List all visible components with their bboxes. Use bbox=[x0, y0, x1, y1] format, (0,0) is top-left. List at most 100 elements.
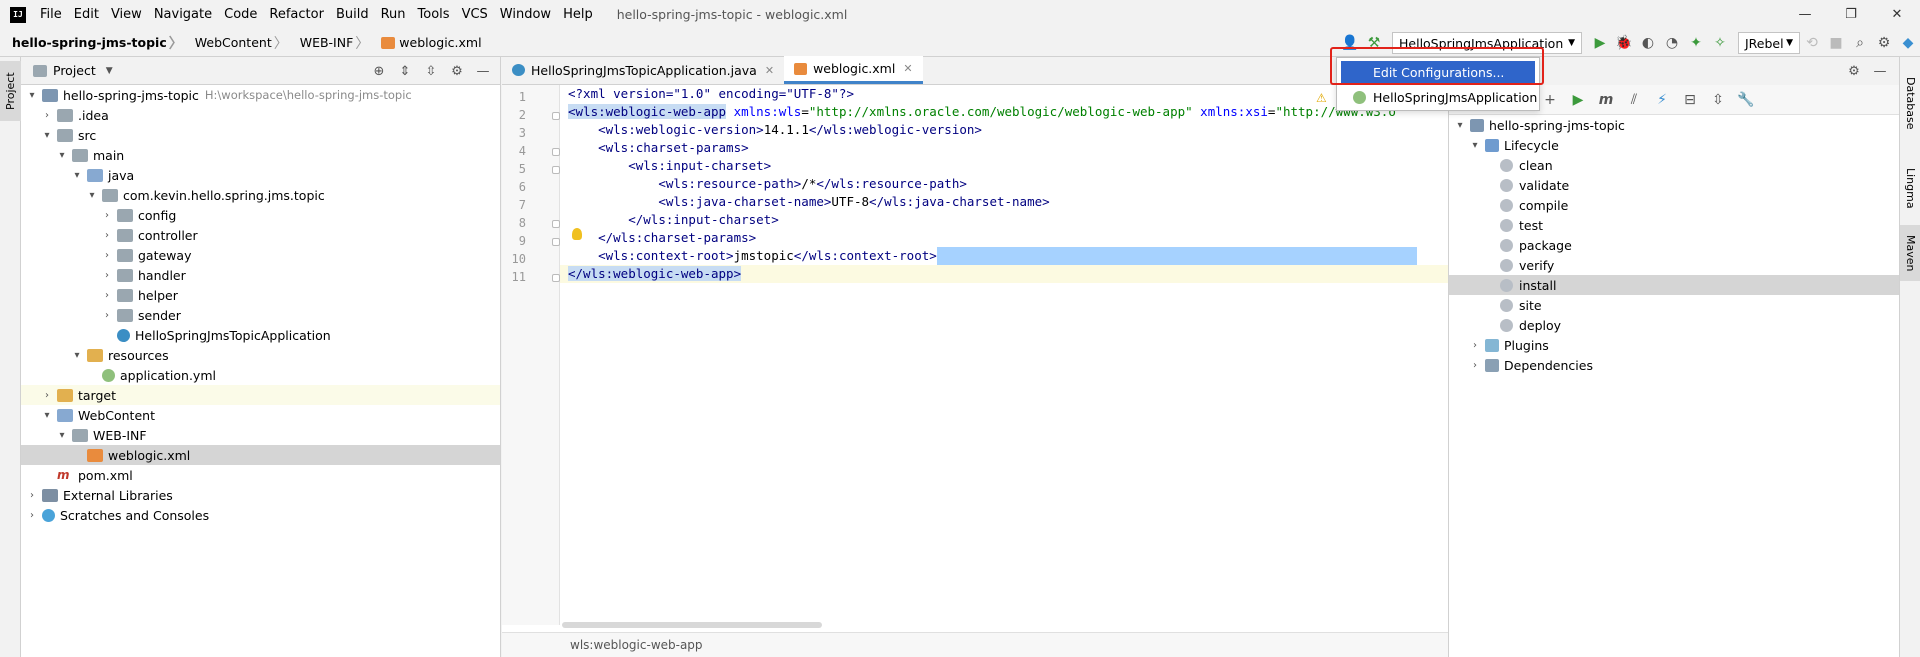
breadcrumb-webcontent[interactable]: WebContent 〉 bbox=[187, 33, 292, 53]
intention-bulb-icon[interactable] bbox=[572, 228, 582, 240]
maven-item-plugins[interactable]: › Plugins bbox=[1449, 335, 1899, 355]
menu-file[interactable]: File bbox=[34, 0, 68, 29]
edit-configurations-item[interactable]: Edit Configurations... bbox=[1341, 61, 1535, 83]
maven-item-deploy[interactable]: deploy bbox=[1449, 315, 1899, 335]
close-window-button[interactable]: ✕ bbox=[1874, 0, 1920, 29]
maven-item-site[interactable]: site bbox=[1449, 295, 1899, 315]
debug-icon[interactable]: 🐞 bbox=[1612, 31, 1636, 55]
chevron-right-icon[interactable]: › bbox=[40, 390, 54, 401]
project-tool-tab[interactable]: Project bbox=[0, 61, 21, 121]
chevron-down-icon[interactable]: ▾ bbox=[85, 190, 99, 201]
collapse-all-icon[interactable]: ⇳ bbox=[1707, 89, 1729, 111]
tree-item-controller[interactable]: › controller bbox=[21, 225, 500, 245]
maven-tool-tab[interactable]: Maven bbox=[1900, 225, 1920, 281]
tree-item-hello-spring-jms-topic[interactable]: ▾ hello-spring-jms-topic H:\workspace\hell… bbox=[21, 85, 500, 105]
execute-goal-icon[interactable]: m bbox=[1595, 89, 1617, 111]
jrebel-select[interactable]: JRebel ▼ bbox=[1738, 32, 1800, 54]
fold-marker-icon[interactable] bbox=[552, 220, 560, 228]
maven-item-install[interactable]: install bbox=[1449, 275, 1899, 295]
tree-item-web-inf[interactable]: ▾ WEB-INF bbox=[21, 425, 500, 445]
tree-item-external-libraries[interactable]: › External Libraries bbox=[21, 485, 500, 505]
tree-item-idea[interactable]: › .idea bbox=[21, 105, 500, 125]
tree-item-gateway[interactable]: › gateway bbox=[21, 245, 500, 265]
maven-item-package[interactable]: package bbox=[1449, 235, 1899, 255]
stop-icon[interactable]: ■ bbox=[1824, 31, 1848, 55]
tree-item-application-yml[interactable]: application.yml bbox=[21, 365, 500, 385]
intellij-logo-icon[interactable]: IJ bbox=[10, 6, 26, 23]
tree-item-hellospringjmstopicapplication[interactable]: HelloSpringJmsTopicApplication bbox=[21, 325, 500, 345]
maven-settings-wrench-icon[interactable]: 🔧 bbox=[1735, 89, 1757, 111]
profile-icon[interactable]: ◔ bbox=[1660, 31, 1684, 55]
horizontal-scrollbar[interactable] bbox=[562, 622, 822, 628]
restore-button[interactable]: ❐ bbox=[1828, 0, 1874, 29]
menu-edit[interactable]: Edit bbox=[68, 0, 105, 29]
fold-marker-icon[interactable] bbox=[552, 274, 560, 282]
tree-item-config[interactable]: › config bbox=[21, 205, 500, 225]
chevron-right-icon[interactable]: › bbox=[100, 270, 114, 281]
update-icon[interactable]: ⟲ bbox=[1800, 31, 1824, 55]
jrebel-run-icon[interactable]: ✦ bbox=[1684, 31, 1708, 55]
hide-icon[interactable]: — bbox=[1869, 60, 1891, 82]
settings-gear-icon[interactable]: ⚙ bbox=[1843, 60, 1865, 82]
maven-item-lifecycle[interactable]: ▾ Lifecycle bbox=[1449, 135, 1899, 155]
fold-marker-icon[interactable] bbox=[552, 166, 560, 174]
config-hellospringjmsapplication-item[interactable]: HelloSpringJmsApplication bbox=[1337, 86, 1539, 108]
menu-navigate[interactable]: Navigate bbox=[148, 0, 218, 29]
chevron-right-icon[interactable]: › bbox=[25, 510, 39, 521]
chevron-right-icon[interactable]: › bbox=[40, 110, 54, 121]
tree-item-scratches-and-consoles[interactable]: › Scratches and Consoles bbox=[21, 505, 500, 525]
tree-item-com-kevin-hello-spring-jms-topic[interactable]: ▾ com.kevin.hello.spring.jms.topic bbox=[21, 185, 500, 205]
chevron-right-icon[interactable]: › bbox=[100, 310, 114, 321]
maven-item-test[interactable]: test bbox=[1449, 215, 1899, 235]
jrebel-debug-icon[interactable]: ✧ bbox=[1708, 31, 1732, 55]
menu-code[interactable]: Code bbox=[218, 0, 263, 29]
run-configuration-select[interactable]: HelloSpringJmsApplication ▼ bbox=[1392, 32, 1582, 54]
chevron-right-icon[interactable]: › bbox=[100, 210, 114, 221]
project-panel-title[interactable]: Project bbox=[53, 63, 96, 78]
tab-hellospringjmstopicapplication[interactable]: HelloSpringJmsTopicApplication.java ✕ bbox=[502, 56, 784, 84]
plugin-icon[interactable]: ◆ bbox=[1896, 31, 1920, 55]
chevron-down-icon[interactable]: ▾ bbox=[40, 130, 54, 141]
hide-icon[interactable]: — bbox=[472, 60, 494, 82]
breadcrumb-project[interactable]: hello-spring-jms-topic 〉 bbox=[0, 33, 187, 53]
skip-tests-icon[interactable]: ⫽ bbox=[1623, 89, 1645, 111]
tree-item-resources[interactable]: ▾ resources bbox=[21, 345, 500, 365]
settings-gear-icon[interactable]: ⚙ bbox=[446, 60, 468, 82]
breadcrumb-web-inf[interactable]: WEB-INF 〉 bbox=[292, 33, 374, 53]
build-hammer-icon[interactable]: ⚒ bbox=[1362, 31, 1386, 55]
maven-item-dependencies[interactable]: › Dependencies bbox=[1449, 355, 1899, 375]
tree-item-java[interactable]: ▾ java bbox=[21, 165, 500, 185]
maven-item-hello-spring-jms-topic[interactable]: ▾ hello-spring-jms-topic bbox=[1449, 115, 1899, 135]
close-icon[interactable]: ✕ bbox=[765, 64, 774, 77]
tree-item-weblogic-xml[interactable]: weblogic.xml bbox=[21, 445, 500, 465]
user-icon[interactable]: 👤 bbox=[1338, 31, 1362, 55]
tree-item-src[interactable]: ▾ src bbox=[21, 125, 500, 145]
code-area[interactable]: <?xml version="1.0" encoding="UTF-8"?> <w… bbox=[560, 85, 1448, 625]
fold-marker-icon[interactable] bbox=[552, 238, 560, 246]
tree-item-target[interactable]: › target bbox=[21, 385, 500, 405]
tree-item-main[interactable]: ▾ main bbox=[21, 145, 500, 165]
offline-icon[interactable]: ⚡ bbox=[1651, 89, 1673, 111]
menu-help[interactable]: Help bbox=[557, 0, 599, 29]
chevron-right-icon[interactable]: › bbox=[25, 490, 39, 501]
fold-marker-icon[interactable] bbox=[552, 148, 560, 156]
menu-window[interactable]: Window bbox=[494, 0, 557, 29]
chevron-down-icon[interactable]: ▼ bbox=[106, 66, 113, 76]
maven-item-clean[interactable]: clean bbox=[1449, 155, 1899, 175]
chevron-down-icon[interactable]: ▾ bbox=[25, 90, 39, 101]
chevron-right-icon[interactable]: › bbox=[1468, 340, 1482, 351]
editor-gutter[interactable]: 1 2 3 4 5 6 7 8 9 10 11 bbox=[502, 85, 560, 625]
chevron-down-icon[interactable]: ▾ bbox=[1468, 140, 1482, 151]
tree-item-helper[interactable]: › helper bbox=[21, 285, 500, 305]
minimize-button[interactable]: — bbox=[1782, 0, 1828, 29]
expand-all-icon[interactable]: ⇕ bbox=[394, 60, 416, 82]
menu-run[interactable]: Run bbox=[375, 0, 412, 29]
tree-item-sender[interactable]: › sender bbox=[21, 305, 500, 325]
chevron-right-icon[interactable]: › bbox=[100, 230, 114, 241]
search-icon[interactable]: ⌕ bbox=[1848, 31, 1872, 55]
add-icon[interactable]: + bbox=[1539, 89, 1561, 111]
tree-item-webcontent[interactable]: ▾ WebContent bbox=[21, 405, 500, 425]
menu-build[interactable]: Build bbox=[330, 0, 375, 29]
collapse-all-icon[interactable]: ⇳ bbox=[420, 60, 442, 82]
settings-gear-icon[interactable]: ⚙ bbox=[1872, 31, 1896, 55]
